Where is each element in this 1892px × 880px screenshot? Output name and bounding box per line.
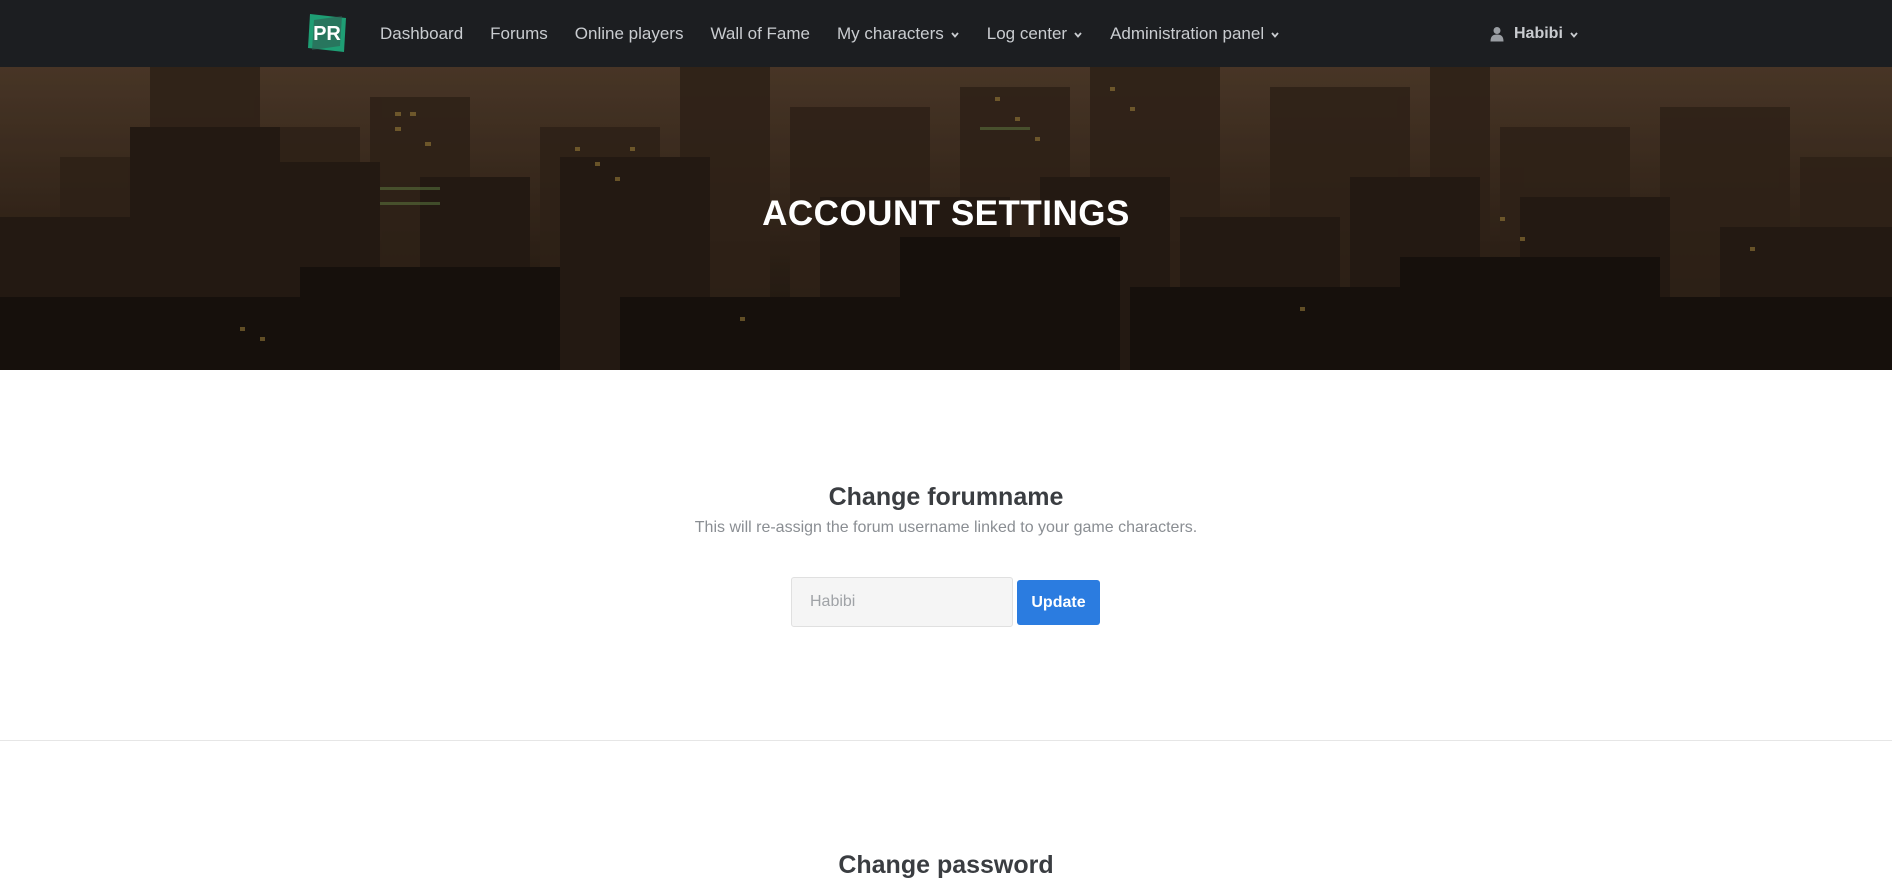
nav-online-players[interactable]: Online players — [575, 24, 684, 44]
nav-wall-of-fame-label: Wall of Fame — [710, 23, 810, 43]
svg-text:PR: PR — [313, 23, 341, 45]
user-name: Habibi — [1514, 24, 1563, 42]
nav-dashboard[interactable]: Dashboard — [380, 24, 463, 44]
page-title: ACCOUNT SETTINGS — [762, 194, 1130, 233]
forumname-input[interactable] — [791, 577, 1013, 627]
update-forumname-button[interactable]: Update — [1017, 580, 1100, 625]
user-menu[interactable]: Habibi — [1490, 0, 1579, 67]
chevron-down-icon — [1074, 31, 1082, 38]
nav-dashboard-label: Dashboard — [380, 23, 464, 43]
nav-my-characters[interactable]: My characters — [837, 24, 960, 44]
nav-administration-panel[interactable]: Administration panel — [1110, 24, 1280, 44]
nav-my-characters-label: My characters — [836, 23, 944, 43]
nav-forums[interactable]: Forums — [490, 24, 548, 44]
main-nav: Dashboard Forums Online players Wall of … — [380, 0, 1307, 67]
logo-icon: PR — [308, 14, 346, 52]
nav-forums-label: Forums — [490, 23, 548, 43]
user-icon — [1490, 26, 1504, 41]
hero-banner: ACCOUNT SETTINGS — [0, 67, 1892, 370]
chevron-down-icon — [951, 31, 959, 38]
change-forumname-description: This will re-assign the forum username l… — [694, 519, 1198, 536]
change-password-heading: Change password — [838, 851, 1054, 879]
nav-online-players-label: Online players — [574, 23, 684, 43]
chevron-down-icon — [1570, 31, 1578, 38]
top-navbar: PR Dashboard Forums Online players Wall … — [0, 0, 1892, 67]
nav-log-center-label: Log center — [986, 23, 1068, 43]
nav-wall-of-fame[interactable]: Wall of Fame — [710, 24, 810, 44]
nav-administration-panel-label: Administration panel — [1110, 23, 1265, 43]
section-divider — [0, 740, 1892, 741]
change-forumname-heading: Change forumname — [828, 483, 1064, 511]
nav-log-center[interactable]: Log center — [987, 24, 1083, 44]
chevron-down-icon — [1271, 31, 1279, 38]
site-logo[interactable]: PR — [306, 12, 348, 54]
